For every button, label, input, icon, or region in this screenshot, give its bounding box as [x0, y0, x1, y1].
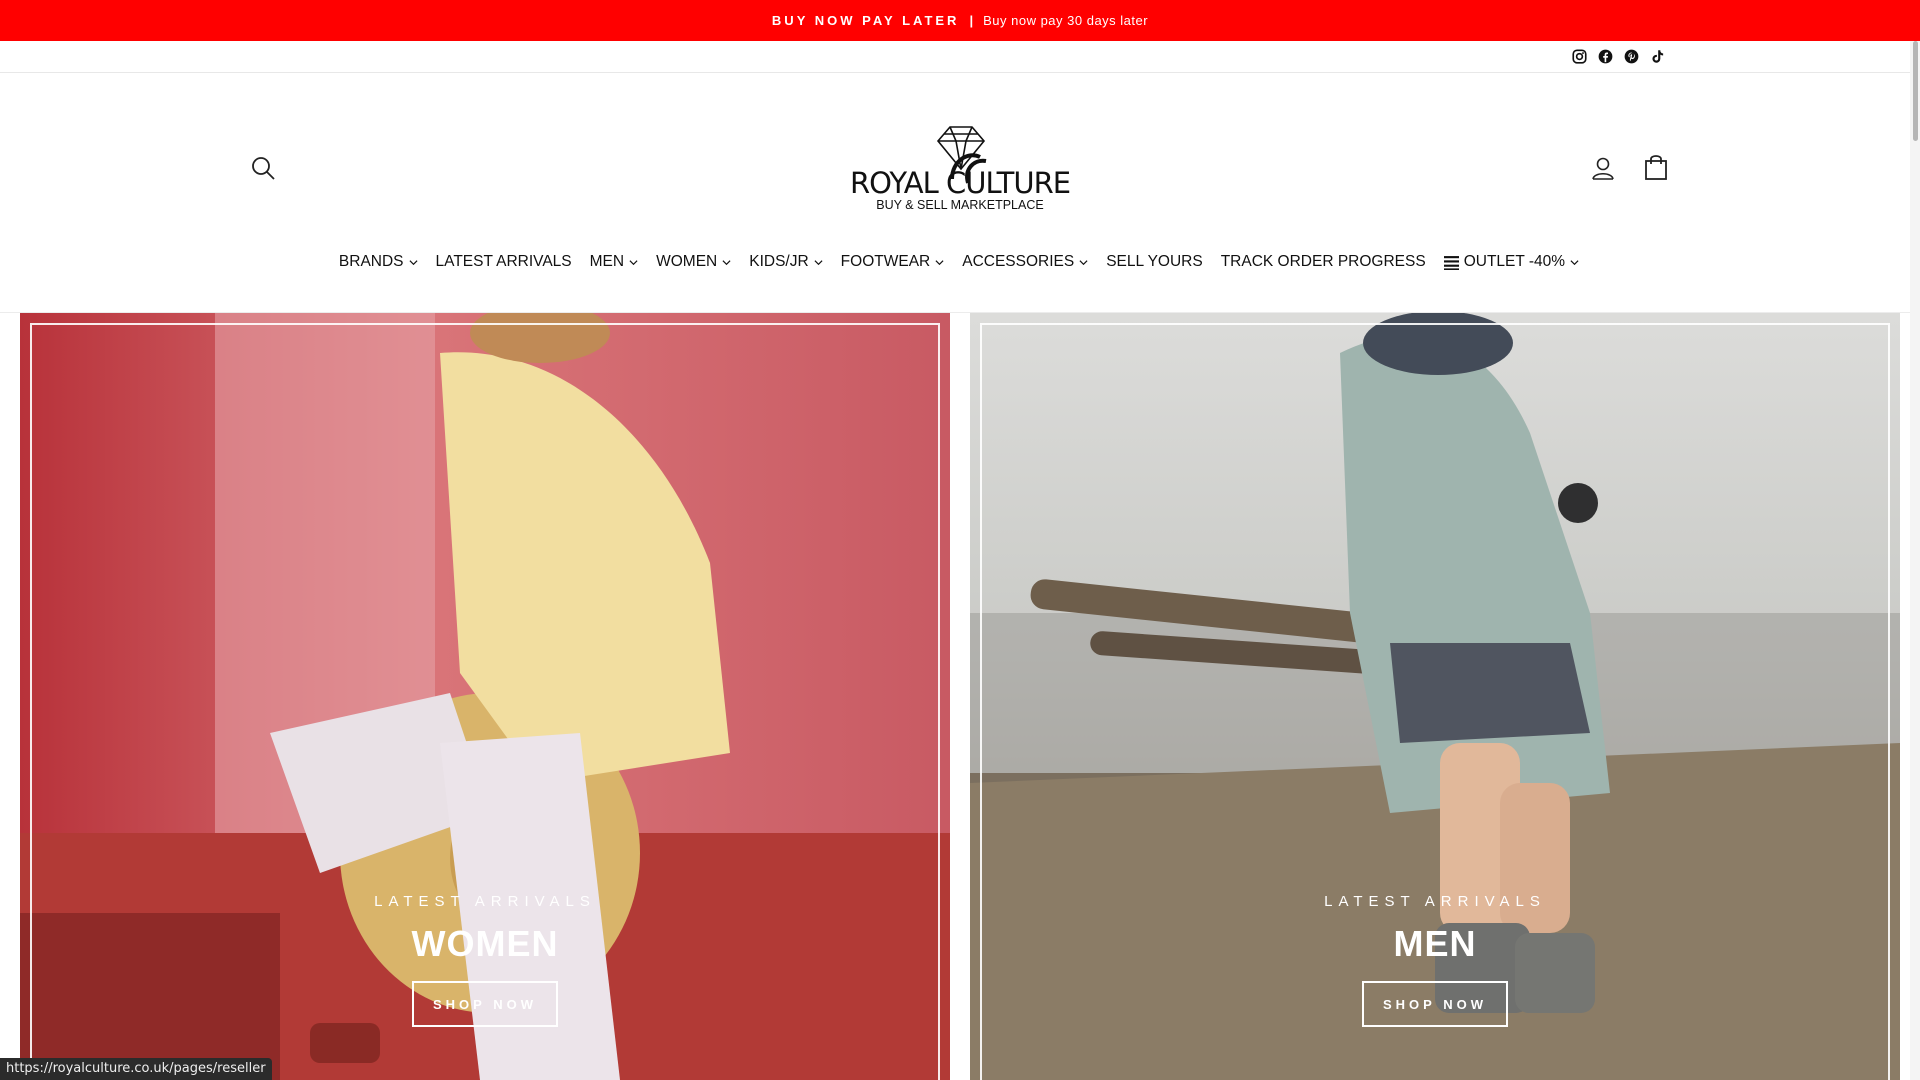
logo-tagline: BUY & SELL MARKETPLACE	[876, 198, 1043, 212]
chevron-down-icon	[1079, 259, 1088, 265]
shop-now-button[interactable]: SHOP NOW	[412, 981, 558, 1027]
announcement-strong: BUY NOW PAY LATER	[771, 13, 960, 28]
nav-label: SELL YOURS	[1106, 253, 1203, 270]
scrollbar-thumb[interactable]	[1913, 41, 1918, 141]
announcement-separator: |	[969, 13, 974, 28]
nav-item-sell-yours[interactable]: SELL YOURS	[1106, 253, 1203, 271]
nav-item-kids[interactable]: KIDS/JR	[749, 253, 823, 271]
chevron-down-icon	[409, 259, 418, 265]
tile-subtitle: LATEST ARRIVALS	[374, 893, 596, 910]
facebook-icon[interactable]	[1597, 48, 1613, 64]
status-url: https://royalculture.co.uk/pages/reselle…	[0, 1058, 272, 1080]
nav-label: BRANDS	[338, 253, 404, 270]
nav-label: OUTLET -40%	[1463, 253, 1566, 270]
tile-title: MEN	[1393, 923, 1477, 964]
hero-tile-men[interactable]: LATEST ARRIVALS MEN SHOP NOW	[970, 313, 1900, 1080]
nav-item-brands[interactable]: BRANDS	[339, 253, 418, 271]
nav-label: LATEST ARRIVALS	[435, 253, 572, 270]
hero-tile-women[interactable]: LATEST ARRIVALS WOMEN SHOP NOW	[20, 313, 950, 1080]
tile-subtitle: LATEST ARRIVALS	[1324, 893, 1546, 910]
announcement-note: Buy now pay 30 days later	[983, 13, 1149, 28]
nav-label: MEN	[589, 253, 625, 270]
nav-item-track-order[interactable]: TRACK ORDER PROGRESS	[1221, 253, 1426, 271]
social-links	[1571, 48, 1665, 64]
main-nav: BRANDS LATEST ARRIVALS MEN WOMEN KIDS/JR…	[0, 253, 1918, 271]
nav-label: KIDS/JR	[749, 253, 809, 270]
site-logo[interactable]: ROYAL CULTURE BUY & SELL MARKETPLACE	[840, 121, 1080, 213]
tile-frame	[30, 323, 940, 1080]
chevron-down-icon	[629, 259, 638, 265]
chevron-down-icon	[1570, 259, 1579, 265]
nav-item-footwear[interactable]: FOOTWEAR	[841, 253, 945, 271]
nav-item-accessories[interactable]: ACCESSORIES	[962, 253, 1088, 271]
tiktok-icon[interactable]	[1649, 48, 1665, 64]
nav-item-outlet[interactable]: OUTLET -40%	[1443, 253, 1579, 271]
nav-item-latest-arrivals[interactable]: LATEST ARRIVALS	[436, 253, 572, 271]
chevron-down-icon	[722, 259, 731, 265]
page-scrollbar[interactable]	[1910, 41, 1920, 1080]
nav-item-men[interactable]: MEN	[590, 253, 638, 271]
instagram-icon[interactable]	[1571, 48, 1587, 64]
account-icon[interactable]	[1590, 155, 1616, 181]
nav-label: WOMEN	[656, 253, 718, 270]
logo-wordmark: ROYAL CULTURE	[850, 166, 1070, 200]
chevron-down-icon	[814, 259, 823, 265]
announcement-bar[interactable]: BUY NOW PAY LATER | Buy now pay 30 days …	[0, 0, 1920, 41]
nav-label: TRACK ORDER PROGRESS	[1220, 253, 1426, 270]
site-header: ROYAL CULTURE BUY & SELL MARKETPLACE BRA…	[0, 73, 1918, 313]
shop-now-button[interactable]: SHOP NOW	[1362, 981, 1508, 1027]
chevron-down-icon	[935, 259, 944, 265]
social-bar	[0, 41, 1918, 73]
cart-icon[interactable]	[1643, 153, 1669, 181]
nav-item-women[interactable]: WOMEN	[656, 253, 731, 271]
nav-label: FOOTWEAR	[840, 253, 931, 270]
tile-frame	[980, 323, 1890, 1080]
nav-label: ACCESSORIES	[962, 253, 1075, 270]
search-icon[interactable]	[250, 155, 276, 181]
tile-title: WOMEN	[411, 923, 559, 964]
pinterest-icon[interactable]	[1623, 48, 1639, 64]
list-icon	[1443, 255, 1459, 270]
